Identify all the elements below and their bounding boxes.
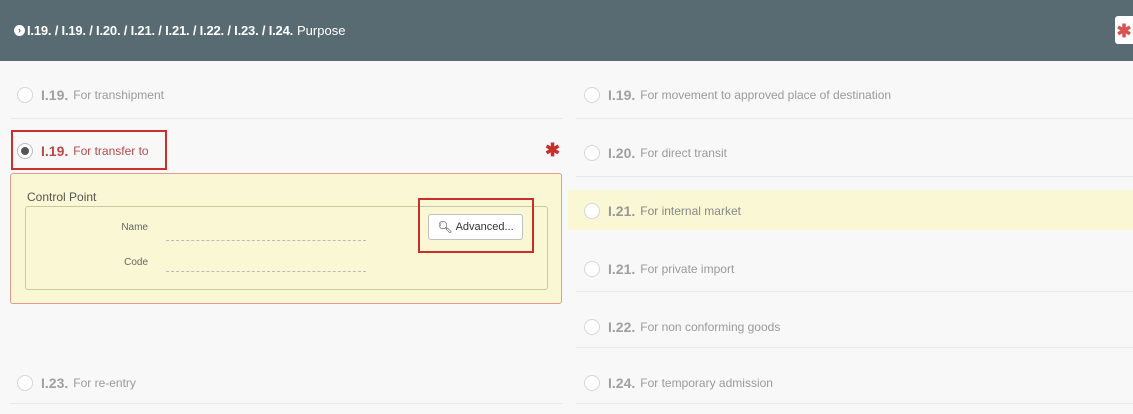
option-transhipment[interactable]: I.19. For transhipment <box>17 87 164 103</box>
divider <box>576 291 1133 292</box>
option-internal-market[interactable]: I.21. For internal market <box>584 203 741 219</box>
header-codes: I.19. / I.19. / I.20. / I.21. / I.21. / … <box>27 23 294 38</box>
option-label: For transfer to <box>73 144 149 158</box>
option-approved-destination[interactable]: I.19. For movement to approved place of … <box>584 87 891 103</box>
option-code: I.23. <box>41 375 69 391</box>
option-re-entry[interactable]: I.23. For re-entry <box>17 375 136 391</box>
divider <box>10 118 562 119</box>
divider <box>576 118 1133 119</box>
radio-button[interactable] <box>584 261 600 277</box>
code-label: Code <box>124 257 148 268</box>
option-code: I.20. <box>608 145 636 161</box>
section-header[interactable]: › I.19. / I.19. / I.20. / I.21. / I.21. … <box>0 0 1133 61</box>
option-label: For transhipment <box>73 88 164 102</box>
option-label: For internal market <box>640 204 741 218</box>
divider <box>576 176 1133 177</box>
divider <box>10 403 562 404</box>
radio-button[interactable] <box>17 87 33 103</box>
radio-button[interactable] <box>584 87 600 103</box>
advanced-highlight-box <box>418 198 534 253</box>
option-transfer-to[interactable]: I.19. For transfer to <box>17 143 149 159</box>
control-point-legend: Control Point <box>27 190 97 204</box>
required-icon: ✱ <box>1115 16 1133 44</box>
chevron-right-icon: › <box>14 25 25 36</box>
divider <box>576 403 1133 404</box>
name-field[interactable] <box>166 240 366 241</box>
option-code: I.19. <box>41 87 69 103</box>
name-label: Name <box>121 222 148 233</box>
code-field[interactable] <box>166 271 366 272</box>
divider <box>576 347 1133 348</box>
option-label: For temporary admission <box>640 376 773 390</box>
option-label: For non conforming goods <box>640 320 781 334</box>
header-title: Purpose <box>297 23 346 38</box>
option-direct-transit[interactable]: I.20. For direct transit <box>584 145 727 161</box>
option-code: I.19. <box>608 87 636 103</box>
option-code: I.22. <box>608 319 636 335</box>
option-label: For movement to approved place of destin… <box>640 88 892 102</box>
option-label: For private import <box>640 262 735 276</box>
option-non-conforming[interactable]: I.22. For non conforming goods <box>584 319 780 335</box>
option-private-import[interactable]: I.21. For private import <box>584 261 734 277</box>
option-label: For re-entry <box>73 376 136 390</box>
radio-button[interactable] <box>584 203 600 219</box>
option-code: I.21. <box>608 261 636 277</box>
radio-button[interactable] <box>584 375 600 391</box>
radio-button[interactable] <box>584 319 600 335</box>
radio-button[interactable] <box>584 145 600 161</box>
radio-button[interactable] <box>17 375 33 391</box>
required-icon: ✱ <box>545 140 561 160</box>
option-label: For direct transit <box>640 146 727 160</box>
radio-button-checked[interactable] <box>17 143 33 159</box>
option-code: I.21. <box>608 203 636 219</box>
option-code: I.24. <box>608 375 636 391</box>
option-code: I.19. <box>41 143 69 159</box>
option-temporary-admission[interactable]: I.24. For temporary admission <box>584 375 773 391</box>
